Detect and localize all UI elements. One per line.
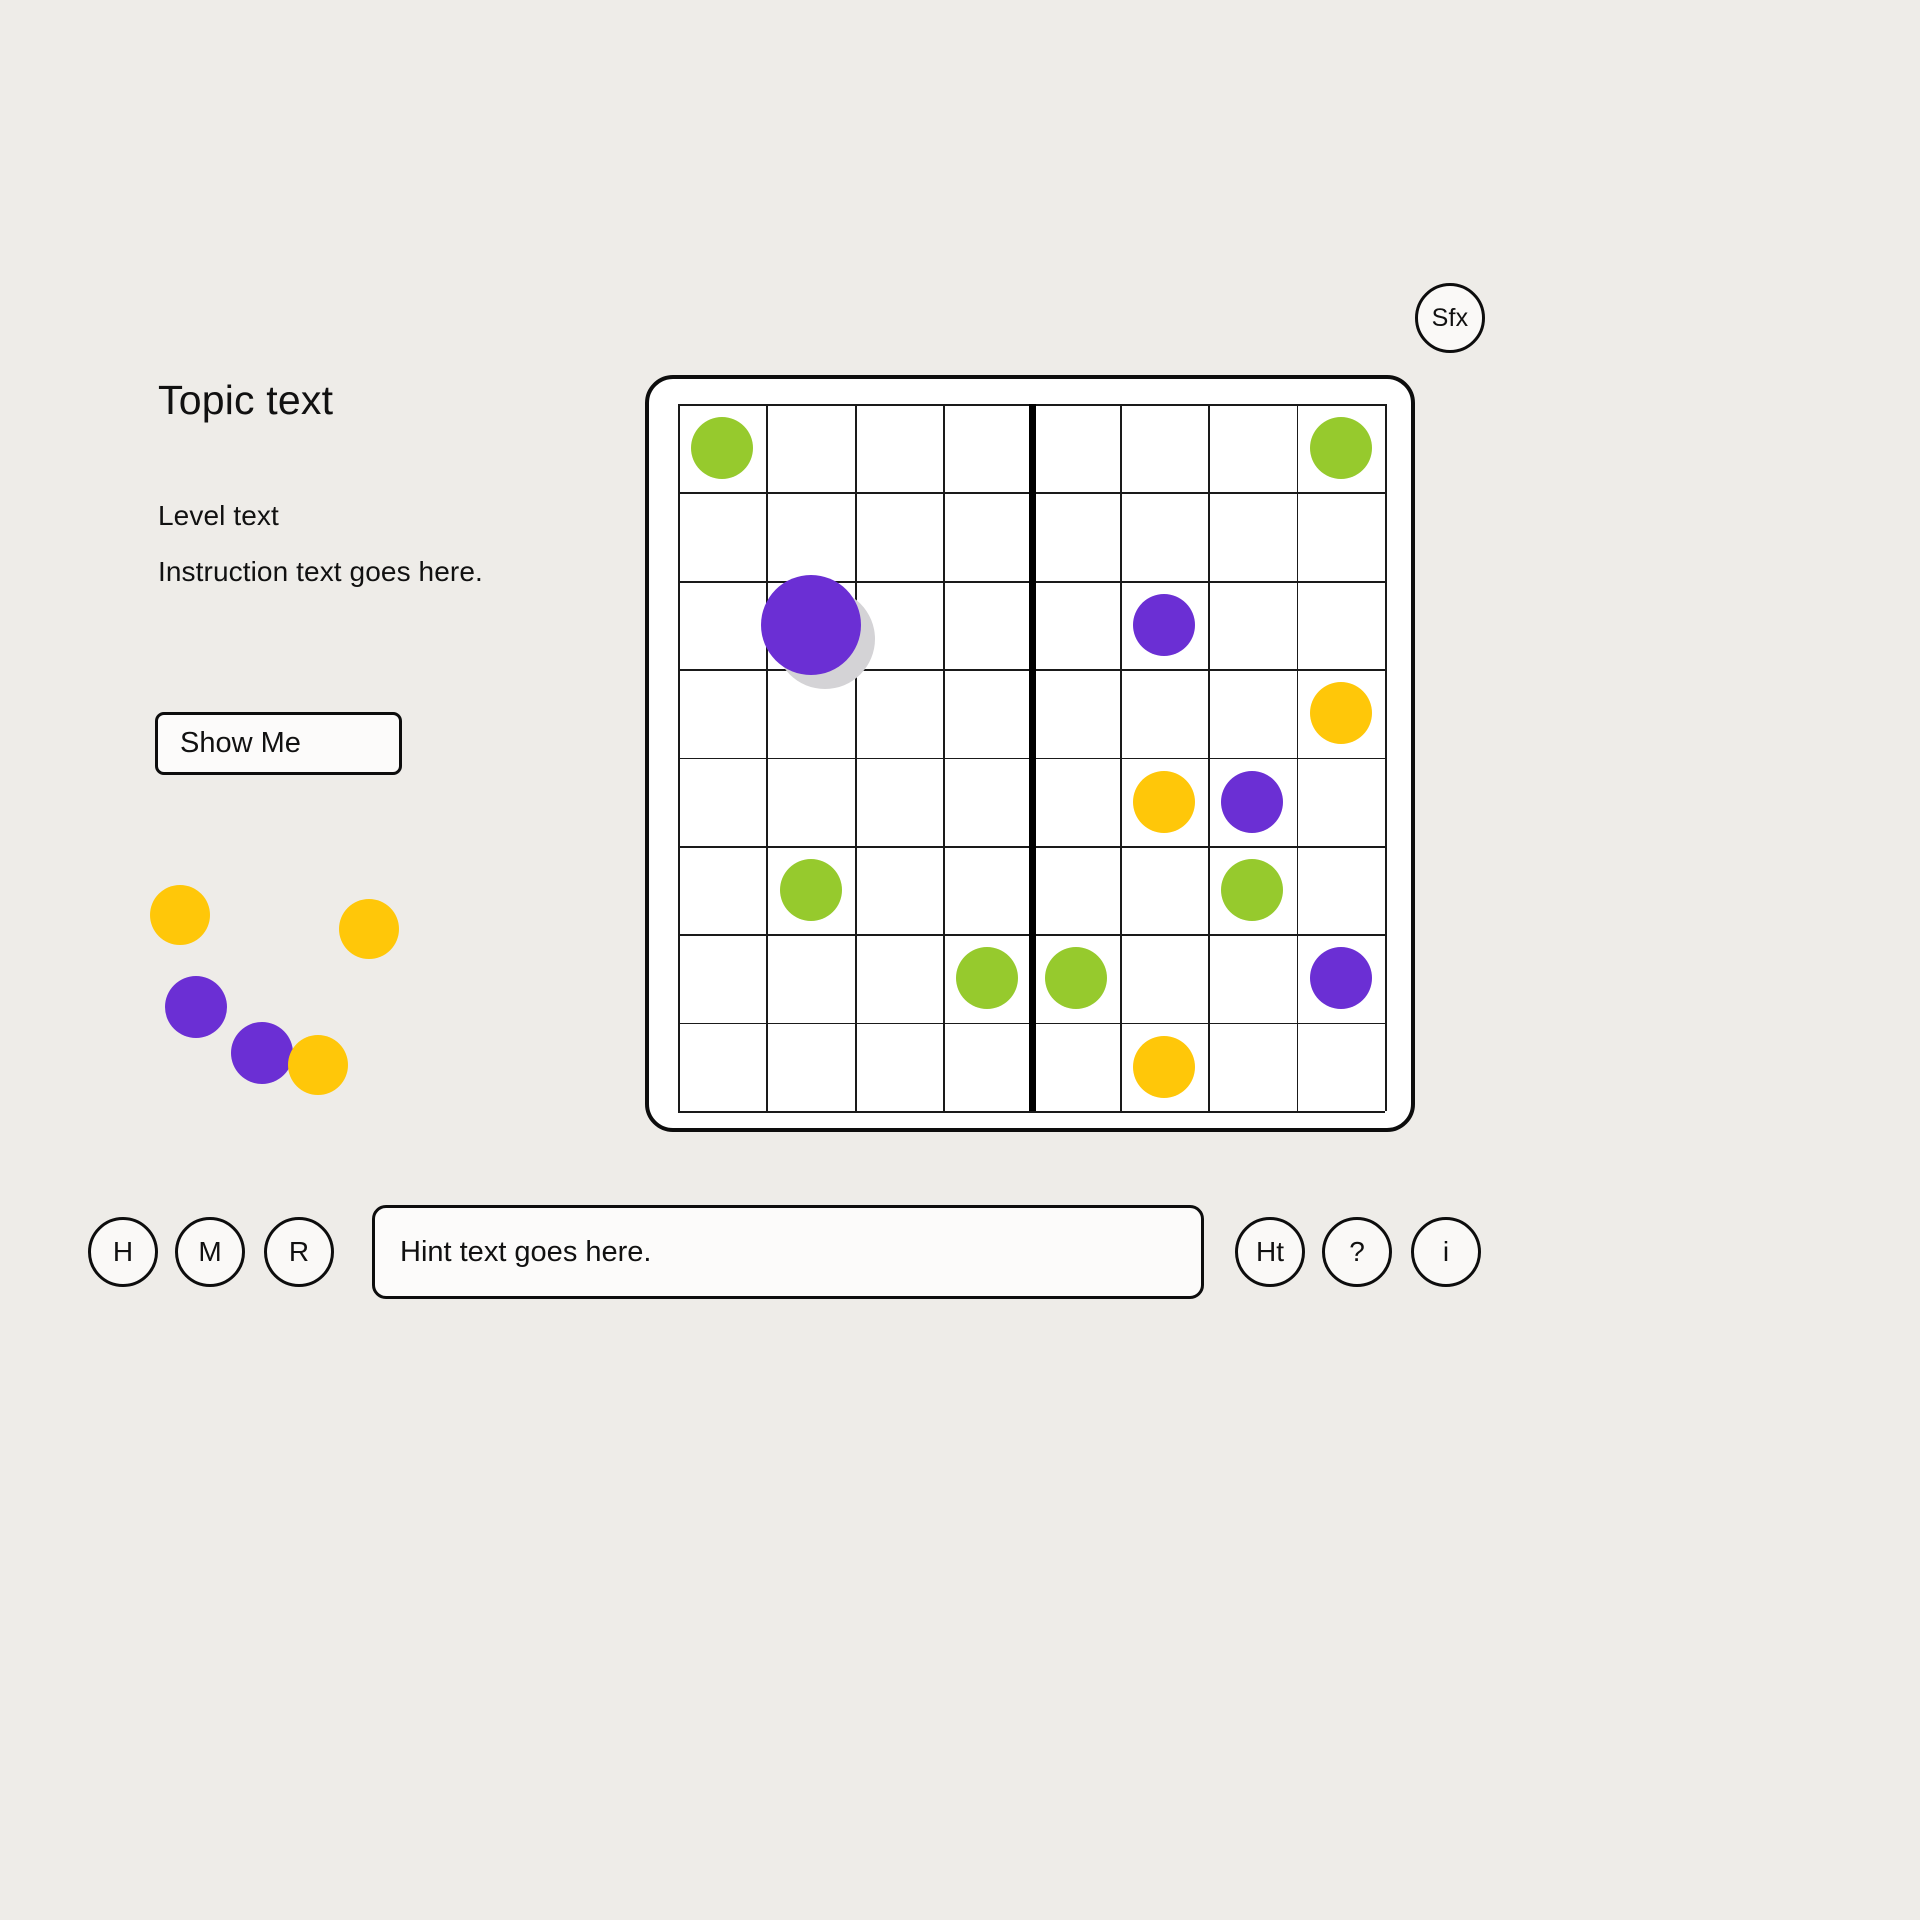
grid-piece[interactable] [1133, 770, 1196, 833]
loose-dot[interactable] [150, 885, 210, 945]
toolbar-button-h[interactable]: H [88, 1217, 158, 1287]
loose-dot[interactable] [288, 1035, 348, 1095]
grid-piece[interactable] [1221, 859, 1284, 922]
toolbar-button-ht-label: Ht [1256, 1236, 1284, 1267]
grid-piece[interactable] [1133, 1035, 1196, 1098]
toolbar-button-m-label: M [198, 1236, 222, 1267]
grid-piece[interactable] [1044, 947, 1107, 1010]
grid-piece[interactable] [779, 859, 842, 922]
grid-piece[interactable] [760, 574, 861, 675]
grid-divider-line [1028, 404, 1036, 1111]
info-button-label: i [1442, 1236, 1450, 1267]
grid-piece[interactable] [1309, 417, 1372, 480]
toolbar-button-h-label: H [112, 1236, 134, 1267]
game-grid[interactable] [678, 404, 1387, 1113]
grid-piece[interactable] [1309, 682, 1372, 745]
grid-line-horizontal [678, 1111, 1385, 1113]
toolbar-button-ht[interactable]: Ht [1235, 1217, 1305, 1287]
grid-piece[interactable] [1133, 593, 1196, 656]
hint-text: Hint text goes here. [400, 1235, 652, 1268]
instruction-label: Instruction text goes here. [158, 556, 483, 587]
grid-piece[interactable] [1221, 770, 1284, 833]
help-button[interactable]: ? [1322, 1217, 1392, 1287]
show-me-button[interactable]: Show Me [155, 712, 402, 775]
level-label: Level text [158, 500, 279, 531]
app-stage: Sfx Topic text Level text Instruction te… [0, 0, 1920, 1920]
grid-piece[interactable] [691, 417, 754, 480]
toolbar-button-m[interactable]: M [175, 1217, 245, 1287]
loose-dot[interactable] [165, 976, 227, 1038]
grid-piece[interactable] [956, 947, 1019, 1010]
hint-text-box[interactable]: Hint text goes here. [372, 1205, 1204, 1299]
sfx-toggle-button[interactable]: Sfx [1415, 283, 1485, 353]
grid-line-vertical [1385, 404, 1387, 1111]
help-button-label: ? [1349, 1236, 1365, 1267]
loose-dot[interactable] [231, 1022, 293, 1084]
toolbar-button-r-label: R [288, 1236, 310, 1267]
sfx-label: Sfx [1431, 303, 1469, 332]
loose-dot[interactable] [339, 899, 399, 959]
info-button[interactable]: i [1411, 1217, 1481, 1287]
grid-piece[interactable] [1309, 947, 1372, 1010]
topic-title: Topic text [158, 377, 334, 423]
show-me-label: Show Me [180, 727, 301, 759]
toolbar-button-r[interactable]: R [264, 1217, 334, 1287]
